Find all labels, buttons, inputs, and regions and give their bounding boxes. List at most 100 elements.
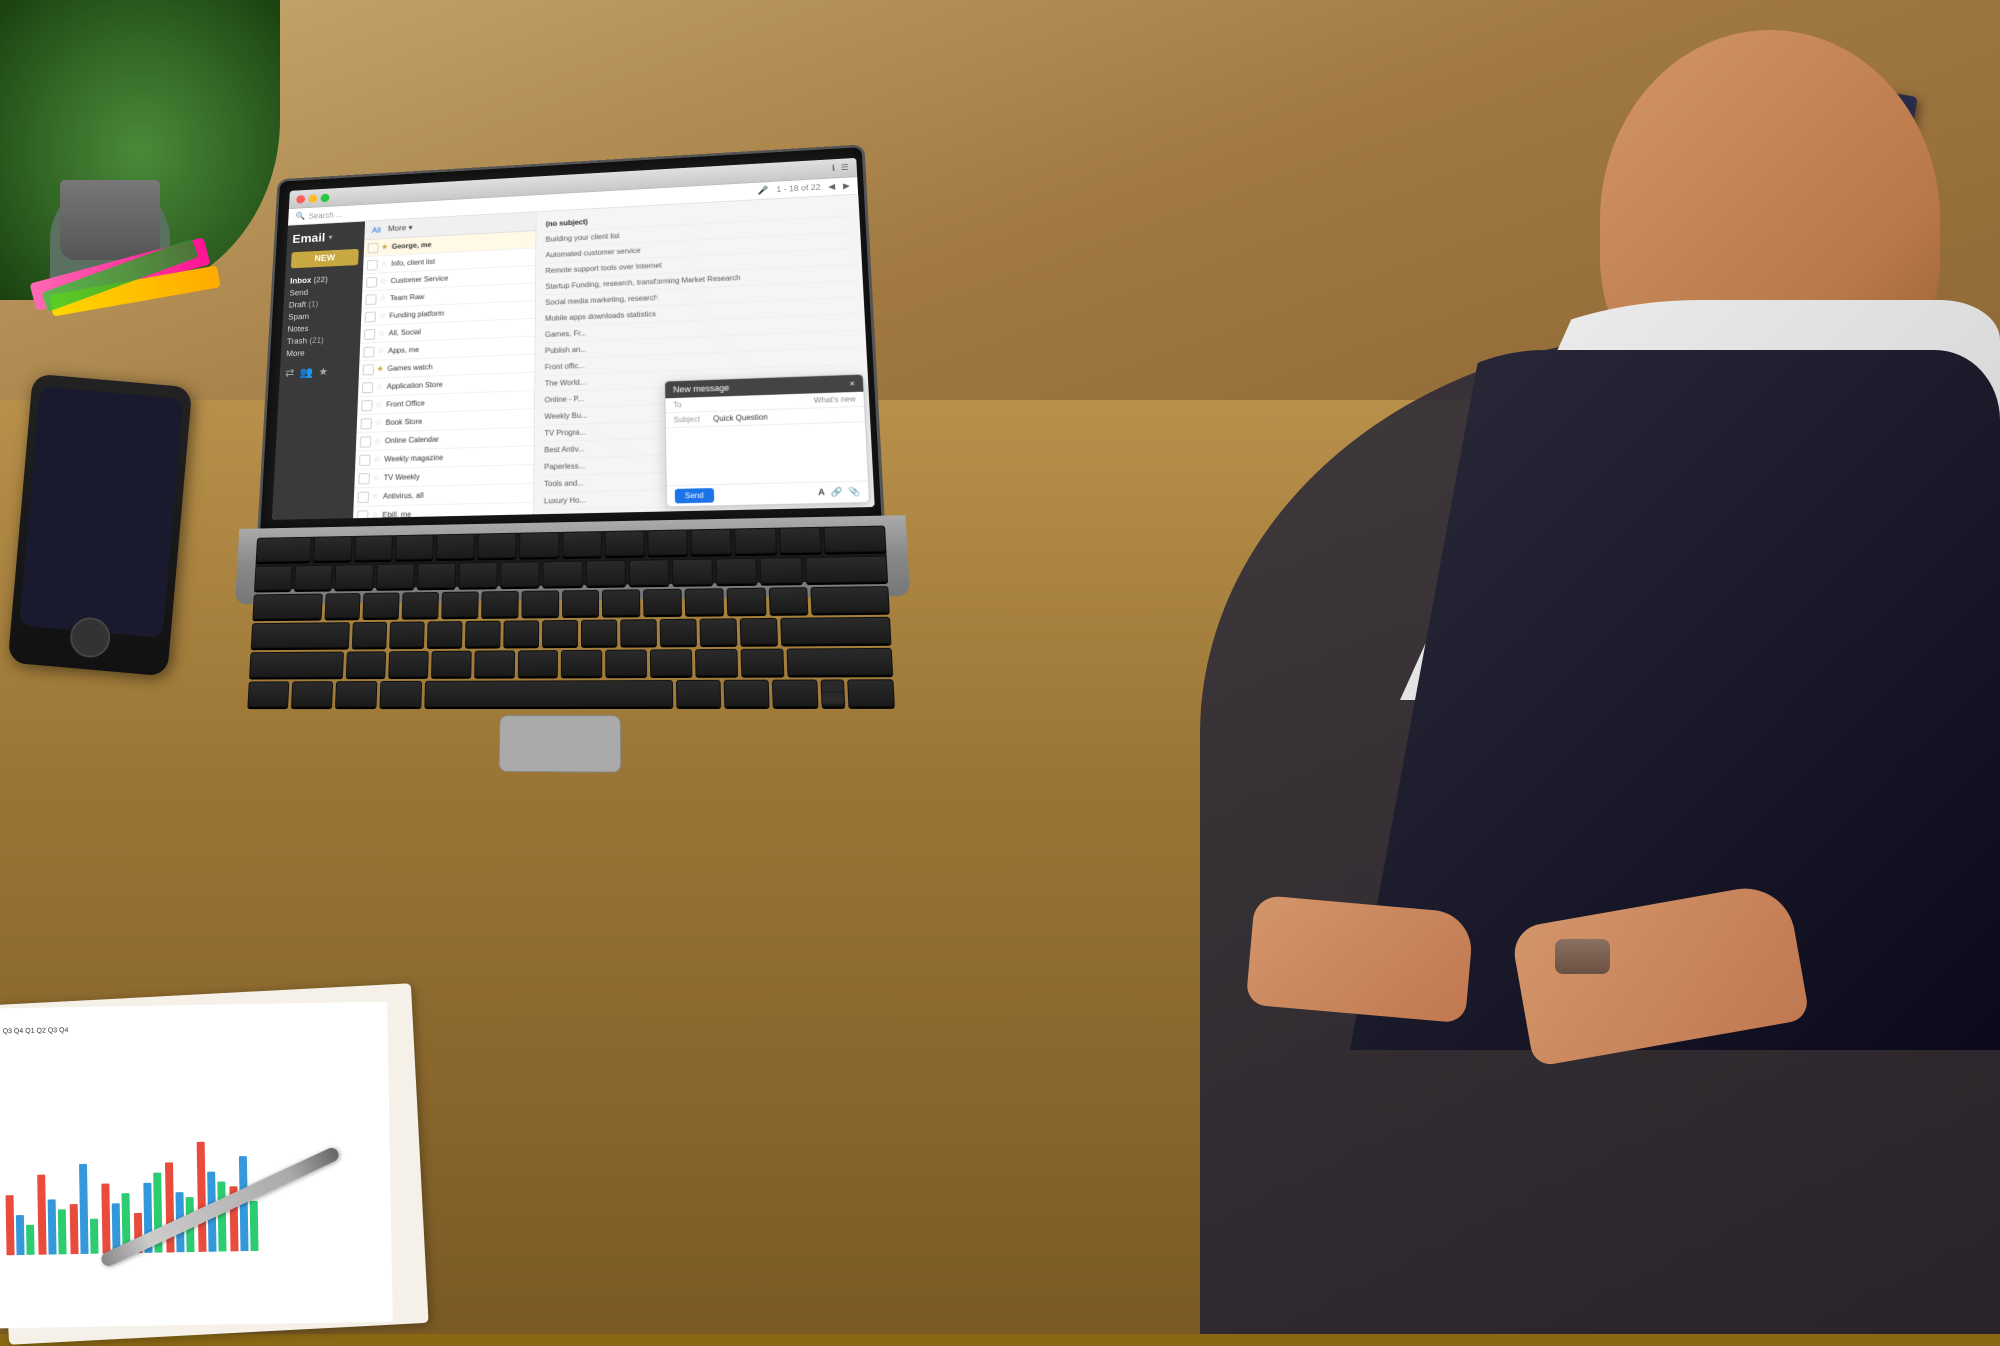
window-minimize-button[interactable] bbox=[308, 194, 317, 203]
key-8[interactable] bbox=[586, 560, 626, 586]
row-checkbox[interactable] bbox=[363, 346, 374, 357]
key-0[interactable] bbox=[672, 558, 713, 584]
row-star[interactable]: ☆ bbox=[378, 329, 387, 339]
popup-subject-value[interactable]: Quick Question bbox=[713, 413, 768, 423]
key-i[interactable] bbox=[602, 589, 640, 615]
row-checkbox[interactable] bbox=[365, 294, 376, 305]
row-star[interactable]: ☆ bbox=[377, 346, 386, 356]
whats-new-tab[interactable]: What's new bbox=[814, 395, 856, 405]
window-close-button[interactable] bbox=[296, 195, 305, 204]
key-cmd-l[interactable] bbox=[379, 681, 422, 707]
key-d[interactable] bbox=[427, 621, 463, 647]
key-f12[interactable] bbox=[779, 527, 822, 554]
key-l[interactable] bbox=[660, 619, 697, 646]
key-e[interactable] bbox=[402, 592, 439, 618]
key-alt-l[interactable] bbox=[335, 681, 377, 707]
next-page-icon[interactable]: ▶ bbox=[843, 181, 850, 191]
row-star[interactable]: ☆ bbox=[380, 276, 389, 286]
row-checkbox[interactable] bbox=[360, 436, 371, 447]
key-shift-l[interactable] bbox=[249, 652, 344, 678]
key-shift-r[interactable] bbox=[786, 648, 893, 676]
key-c[interactable] bbox=[431, 651, 472, 677]
link-icon[interactable]: 🔗 bbox=[831, 487, 843, 498]
row-checkbox[interactable] bbox=[367, 259, 378, 270]
key-f9[interactable] bbox=[647, 529, 688, 555]
row-star[interactable]: ☆ bbox=[378, 311, 387, 321]
row-checkbox[interactable] bbox=[360, 418, 371, 429]
key-m[interactable] bbox=[606, 649, 648, 676]
row-star[interactable]: ☆ bbox=[380, 259, 389, 269]
key-f5[interactable] bbox=[477, 533, 516, 559]
row-checkbox[interactable] bbox=[358, 473, 370, 484]
key-arrow-l[interactable] bbox=[772, 680, 818, 707]
key-equal[interactable] bbox=[760, 557, 803, 584]
row-checkbox[interactable] bbox=[361, 400, 372, 411]
key-quote[interactable] bbox=[740, 618, 778, 645]
row-checkbox[interactable] bbox=[358, 491, 370, 502]
key-b[interactable] bbox=[517, 650, 558, 676]
row-checkbox[interactable] bbox=[364, 329, 375, 340]
key-f2[interactable] bbox=[354, 535, 393, 560]
key-tilde[interactable] bbox=[254, 565, 293, 590]
key-f8[interactable] bbox=[604, 530, 644, 556]
key-bracket-r[interactable] bbox=[768, 587, 808, 614]
key-2[interactable] bbox=[335, 564, 374, 589]
key-v[interactable] bbox=[474, 650, 515, 676]
key-delete[interactable] bbox=[823, 526, 886, 553]
format-text-icon[interactable]: A bbox=[818, 487, 825, 498]
row-star[interactable]: ☆ bbox=[376, 382, 386, 392]
row-checkbox[interactable] bbox=[363, 364, 374, 375]
key-caps[interactable] bbox=[251, 622, 350, 648]
key-space[interactable] bbox=[424, 680, 673, 707]
title-dropdown-arrow[interactable]: ▾ bbox=[329, 233, 333, 241]
key-arrow-r[interactable] bbox=[847, 679, 895, 707]
trackpad[interactable] bbox=[499, 715, 622, 773]
row-star[interactable]: ☆ bbox=[371, 510, 381, 518]
key-g[interactable] bbox=[503, 620, 539, 646]
row-star[interactable]: ☆ bbox=[372, 491, 382, 501]
key-t[interactable] bbox=[481, 591, 518, 617]
row-star[interactable]: ★ bbox=[376, 364, 385, 374]
key-n[interactable] bbox=[561, 650, 602, 677]
key-9[interactable] bbox=[629, 559, 670, 585]
key-6[interactable] bbox=[500, 561, 540, 587]
key-enter[interactable] bbox=[780, 617, 891, 645]
sidebar-people-icon[interactable]: 👥 bbox=[299, 366, 313, 379]
key-q[interactable] bbox=[324, 593, 361, 619]
window-maximize-button[interactable] bbox=[320, 193, 329, 202]
key-tab[interactable] bbox=[252, 594, 322, 620]
sidebar-item-more[interactable]: More bbox=[286, 345, 355, 360]
key-semicolon[interactable] bbox=[699, 618, 737, 645]
key-slash[interactable] bbox=[740, 649, 784, 676]
prev-page-icon[interactable]: ◀ bbox=[828, 182, 835, 192]
key-f10[interactable] bbox=[691, 529, 732, 555]
key-w[interactable] bbox=[363, 593, 400, 619]
key-esc[interactable] bbox=[256, 537, 312, 562]
key-3[interactable] bbox=[376, 563, 415, 589]
row-checkbox[interactable] bbox=[365, 311, 376, 322]
key-f[interactable] bbox=[465, 621, 501, 647]
key-alt-r[interactable] bbox=[723, 680, 769, 707]
key-y[interactable] bbox=[521, 590, 559, 616]
row-star[interactable]: ★ bbox=[381, 242, 390, 252]
key-bracket-l[interactable] bbox=[726, 588, 766, 615]
popup-close-icon[interactable]: × bbox=[849, 379, 855, 389]
key-ctrl[interactable] bbox=[291, 681, 333, 707]
row-star[interactable]: ☆ bbox=[373, 454, 383, 464]
row-checkbox[interactable] bbox=[367, 242, 378, 253]
key-4[interactable] bbox=[417, 563, 456, 589]
key-minus[interactable] bbox=[716, 558, 758, 585]
key-f4[interactable] bbox=[436, 534, 475, 560]
key-1[interactable] bbox=[294, 565, 333, 590]
key-a[interactable] bbox=[352, 622, 387, 648]
key-z[interactable] bbox=[346, 651, 386, 677]
key-7[interactable] bbox=[543, 561, 583, 587]
key-f7[interactable] bbox=[562, 531, 602, 557]
row-checkbox[interactable] bbox=[362, 382, 373, 393]
key-cmd-r[interactable] bbox=[676, 680, 721, 707]
key-j[interactable] bbox=[581, 620, 617, 646]
row-star[interactable]: ☆ bbox=[374, 418, 384, 428]
key-backspace[interactable] bbox=[805, 556, 889, 583]
sidebar-star-icon[interactable]: ★ bbox=[318, 365, 328, 378]
key-f1[interactable] bbox=[313, 536, 352, 561]
